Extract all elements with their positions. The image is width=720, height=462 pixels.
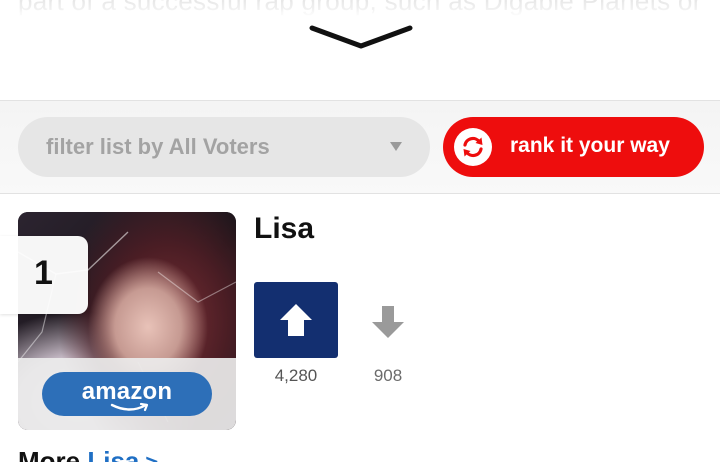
more-about-line: More Lisa > (18, 446, 158, 462)
page: part of a successful rap group, such as … (0, 0, 720, 462)
voter-filter-label: filter list by All Voters (46, 134, 270, 159)
chevron-right-icon[interactable]: > (145, 450, 158, 462)
upvote-count: 4,280 (274, 366, 318, 385)
rank-number: 1 (34, 254, 53, 292)
sync-arrows-icon (454, 128, 492, 166)
voter-filter-select[interactable]: filter list by All Voters (18, 117, 430, 177)
rank-it-your-way-label: rank it your way (510, 134, 670, 157)
item-title[interactable]: Lisa (254, 212, 314, 246)
rank-badge: 1 (0, 236, 88, 314)
upvote-button[interactable] (254, 282, 338, 358)
article-preview: part of a successful rap group, such as … (0, 0, 720, 100)
arrow-down-icon (372, 306, 404, 338)
caret-down-icon (390, 142, 402, 151)
more-lisa-link[interactable]: Lisa (87, 446, 139, 462)
arrow-up-icon (280, 304, 312, 336)
more-prefix: More (18, 446, 81, 462)
downvote-count: 908 (373, 366, 403, 385)
list-item: amazon 1 Lisa 4,280 908 More Lisa (0, 194, 720, 462)
downvote-button[interactable] (358, 300, 418, 344)
faded-article-text: part of a successful rap group, such as … (0, 0, 720, 17)
rank-it-your-way-button[interactable]: rank it your way (443, 117, 704, 177)
amazon-smile-icon (110, 402, 149, 412)
filter-bar: filter list by All Voters rank it your w… (0, 100, 720, 194)
expand-chevron-icon[interactable] (309, 24, 413, 50)
amazon-button[interactable]: amazon (42, 372, 212, 416)
amazon-strip: amazon (18, 358, 236, 430)
